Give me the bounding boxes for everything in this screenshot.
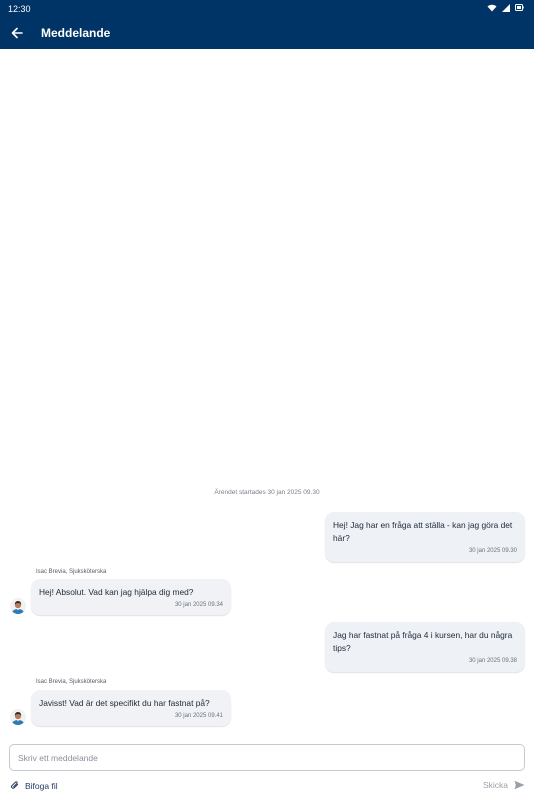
send-label: Skicka [482,780,508,790]
send-button[interactable]: Skicka [483,780,525,790]
app-bar: Meddelande [0,18,534,49]
wifi-icon [487,4,497,11]
message-text: Jag har fastnat på fråga 4 i kursen, har… [333,630,513,653]
attach-file-label: Bifoga fil [25,780,58,791]
conversation-started-label: Ärendet startades 30 jan 2025 09.30 [214,489,320,496]
status-bar: 12:30 [0,0,534,18]
status-icons [487,3,524,12]
status-time: 12:30 [8,4,31,14]
message-timestamp: 30 jan 2025 09.41 [174,713,223,719]
sender-name: Isac Brevia, Sjuksköterska [36,679,107,685]
arrow-left-icon [11,27,23,39]
nurse-avatar-icon [10,598,26,614]
message-timestamp: 30 jan 2025 09.34 [174,602,223,608]
message-timestamp: 30 jan 2025 09.30 [468,548,517,554]
sender-name: Isac Brevia, Sjuksköterska [36,569,107,575]
attach-file-button[interactable]: Bifoga fil [10,780,58,791]
message-bubble-outgoing: Jag har fastnat på fråga 4 i kursen, har… [325,622,525,672]
page-title: Meddelande [41,26,111,40]
avatar [10,598,26,614]
signal-icon [502,3,510,12]
message-bubble-incoming: Hej! Absolut. Vad kan jag hjälpa dig med… [31,579,231,615]
battery-icon [515,4,524,11]
avatar [10,709,26,725]
message-bubble-incoming: Javisst! Vad är det specifikt du har fas… [31,690,231,726]
back-button[interactable] [8,24,26,42]
message-text: Javisst! Vad är det specifikt du har fas… [39,698,210,708]
message-bubble-outgoing: Hej! Jag har en fråga att ställa - kan j… [325,512,525,562]
paperclip-icon [11,781,18,789]
message-text: Hej! Jag har en fråga att ställa - kan j… [333,520,513,543]
message-input-container [9,744,525,771]
message-input[interactable] [10,745,524,770]
message-text: Hej! Absolut. Vad kan jag hjälpa dig med… [39,587,194,597]
nurse-avatar-icon [10,709,26,725]
message-timestamp: 30 jan 2025 09.38 [468,658,517,664]
send-icon [514,780,525,790]
